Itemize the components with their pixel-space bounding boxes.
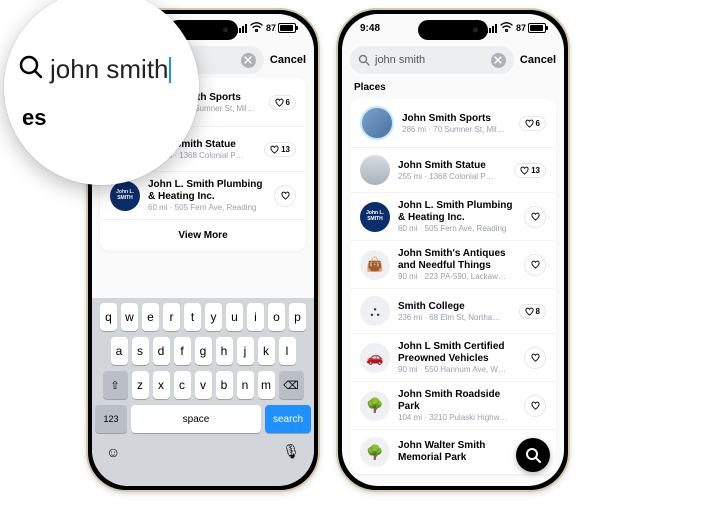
heart-button[interactable] bbox=[524, 254, 546, 276]
place-subtitle: 90 mi · 223 PA-590, Lackaw… bbox=[398, 272, 516, 281]
search-input[interactable]: john smith bbox=[350, 46, 514, 74]
place-title: John Smith Statue bbox=[398, 160, 506, 172]
key-x[interactable]: x bbox=[153, 371, 170, 399]
place-row[interactable]: 👜 John Smith's Antiques and Needful Thing… bbox=[350, 241, 556, 289]
place-title: John L Smith Certified Preowned Vehicles bbox=[398, 341, 516, 365]
place-row[interactable]: 🌳 John Smith Roadside Park104 mi · 3210 P… bbox=[350, 382, 556, 430]
key-f[interactable]: f bbox=[174, 337, 191, 365]
key-n[interactable]: n bbox=[237, 371, 254, 399]
key-v[interactable]: v bbox=[195, 371, 212, 399]
search-fab[interactable] bbox=[516, 438, 550, 472]
place-subtitle: 60 mi · 505 Fern Ave, Reading bbox=[148, 203, 266, 212]
key-z[interactable]: z bbox=[132, 371, 149, 399]
key-r[interactable]: r bbox=[163, 303, 180, 331]
view-more-button[interactable]: View More bbox=[100, 220, 306, 251]
battery-indicator: 87 bbox=[516, 23, 546, 33]
heart-button[interactable] bbox=[274, 185, 296, 207]
place-row[interactable]: ⛬ Smith College236 mi · 68 Elm St, Northa… bbox=[350, 289, 556, 334]
key-q[interactable]: q bbox=[100, 303, 117, 331]
place-subtitle: 286 mi · 70 Sumner St, Mil… bbox=[402, 125, 511, 134]
magnifier-section-fragment: es bbox=[22, 105, 46, 131]
key-o[interactable]: o bbox=[268, 303, 285, 331]
place-title: John Smith Roadside Park bbox=[398, 389, 516, 413]
section-title-places: Places bbox=[342, 78, 564, 99]
clear-search-button[interactable] bbox=[491, 53, 506, 68]
key-m[interactable]: m bbox=[258, 371, 275, 399]
place-avatar: ⛬ bbox=[360, 296, 390, 326]
magnifier-search-text: john smith bbox=[50, 54, 169, 85]
place-avatar: 👜 bbox=[360, 250, 390, 280]
heart-button[interactable] bbox=[524, 395, 546, 417]
key-backspace[interactable]: ⌫ bbox=[279, 371, 304, 399]
search-icon bbox=[358, 54, 370, 66]
key-shift[interactable]: ⇧ bbox=[103, 371, 128, 399]
battery-indicator: 87 bbox=[266, 23, 296, 33]
key-l[interactable]: l bbox=[279, 337, 296, 365]
place-subtitle: 104 mi · 3210 Pulaski Highw… bbox=[398, 413, 516, 422]
place-avatar: John L. SMITH bbox=[360, 202, 390, 232]
key-j[interactable]: j bbox=[237, 337, 254, 365]
place-title: Smith College bbox=[398, 301, 511, 313]
keyboard: qwertyuiop asdfghjkl ⇧zxcvbnm⌫ 123 space… bbox=[92, 298, 314, 486]
key-123[interactable]: 123 bbox=[95, 405, 127, 433]
heart-count[interactable]: 8 bbox=[519, 304, 546, 319]
key-a[interactable]: a bbox=[111, 337, 128, 365]
key-i[interactable]: i bbox=[247, 303, 264, 331]
search-text: john smith bbox=[375, 54, 486, 66]
clear-search-button[interactable] bbox=[241, 53, 256, 68]
heart-count[interactable]: 13 bbox=[264, 142, 296, 157]
place-row[interactable]: John L. SMITH John L. Smith Plumbing & He… bbox=[350, 193, 556, 241]
key-t[interactable]: t bbox=[184, 303, 201, 331]
key-p[interactable]: p bbox=[289, 303, 306, 331]
place-avatar: 🚗 bbox=[360, 343, 390, 373]
cancel-button[interactable]: Cancel bbox=[270, 54, 306, 66]
place-title: John Smith's Antiques and Needful Things bbox=[398, 248, 516, 272]
places-card: John Smith Sports286 mi · 70 Sumner St, … bbox=[350, 99, 556, 474]
place-avatar: 🌳 bbox=[360, 437, 390, 467]
heart-count[interactable]: 6 bbox=[269, 95, 296, 110]
key-h[interactable]: h bbox=[216, 337, 233, 365]
search-bar: john smith Cancel bbox=[350, 46, 556, 74]
place-avatar: 🌳 bbox=[360, 391, 390, 421]
place-subtitle: 236 mi · 68 Elm St, Northa… bbox=[398, 313, 511, 322]
place-title: John L. Smith Plumbing & Heating Inc. bbox=[398, 200, 516, 224]
place-row[interactable]: John Smith Statue255 mi · 1368 Colonial … bbox=[350, 148, 556, 193]
place-subtitle: 60 mi · 505 Fern Ave, Reading bbox=[398, 224, 516, 233]
mic-key[interactable]: 🎙 bbox=[282, 443, 300, 460]
place-title: John Walter Smith Memorial Park bbox=[398, 440, 516, 464]
heart-button[interactable] bbox=[524, 206, 546, 228]
place-avatar bbox=[360, 106, 394, 140]
heart-button[interactable] bbox=[524, 347, 546, 369]
wifi-icon bbox=[500, 22, 513, 35]
heart-count[interactable]: 13 bbox=[514, 163, 546, 178]
key-s[interactable]: s bbox=[132, 337, 149, 365]
place-subtitle: 255 mi · 1368 Colonial P… bbox=[398, 172, 506, 181]
place-avatar bbox=[360, 155, 390, 185]
key-w[interactable]: w bbox=[121, 303, 138, 331]
key-k[interactable]: k bbox=[258, 337, 275, 365]
place-avatar: John L. SMITH bbox=[110, 181, 140, 211]
place-title: John Smith Sports bbox=[402, 113, 511, 125]
status-time: 9:48 bbox=[360, 23, 380, 34]
place-subtitle: 90 mi · 550 Hannum Ave, W… bbox=[398, 365, 516, 374]
dynamic-island bbox=[418, 20, 488, 40]
place-row[interactable]: John Smith Sports286 mi · 70 Sumner St, … bbox=[350, 99, 556, 148]
magnifier-overlay: john smith es bbox=[4, 0, 199, 185]
key-u[interactable]: u bbox=[226, 303, 243, 331]
emoji-key[interactable]: ☺ bbox=[106, 444, 120, 460]
key-b[interactable]: b bbox=[216, 371, 233, 399]
place-row[interactable]: 🚗 John L Smith Certified Preowned Vehicle… bbox=[350, 334, 556, 382]
key-space[interactable]: space bbox=[131, 405, 261, 433]
key-e[interactable]: e bbox=[142, 303, 159, 331]
key-y[interactable]: y bbox=[205, 303, 222, 331]
key-c[interactable]: c bbox=[174, 371, 191, 399]
key-search[interactable]: search bbox=[265, 405, 311, 433]
key-g[interactable]: g bbox=[195, 337, 212, 365]
wifi-icon bbox=[250, 22, 263, 35]
heart-count[interactable]: 6 bbox=[519, 116, 546, 131]
cancel-button[interactable]: Cancel bbox=[520, 54, 556, 66]
phone-right: 9:48 87 john smith Cancel Places John Sm… bbox=[336, 8, 570, 492]
search-icon bbox=[18, 54, 44, 85]
key-d[interactable]: d bbox=[153, 337, 170, 365]
